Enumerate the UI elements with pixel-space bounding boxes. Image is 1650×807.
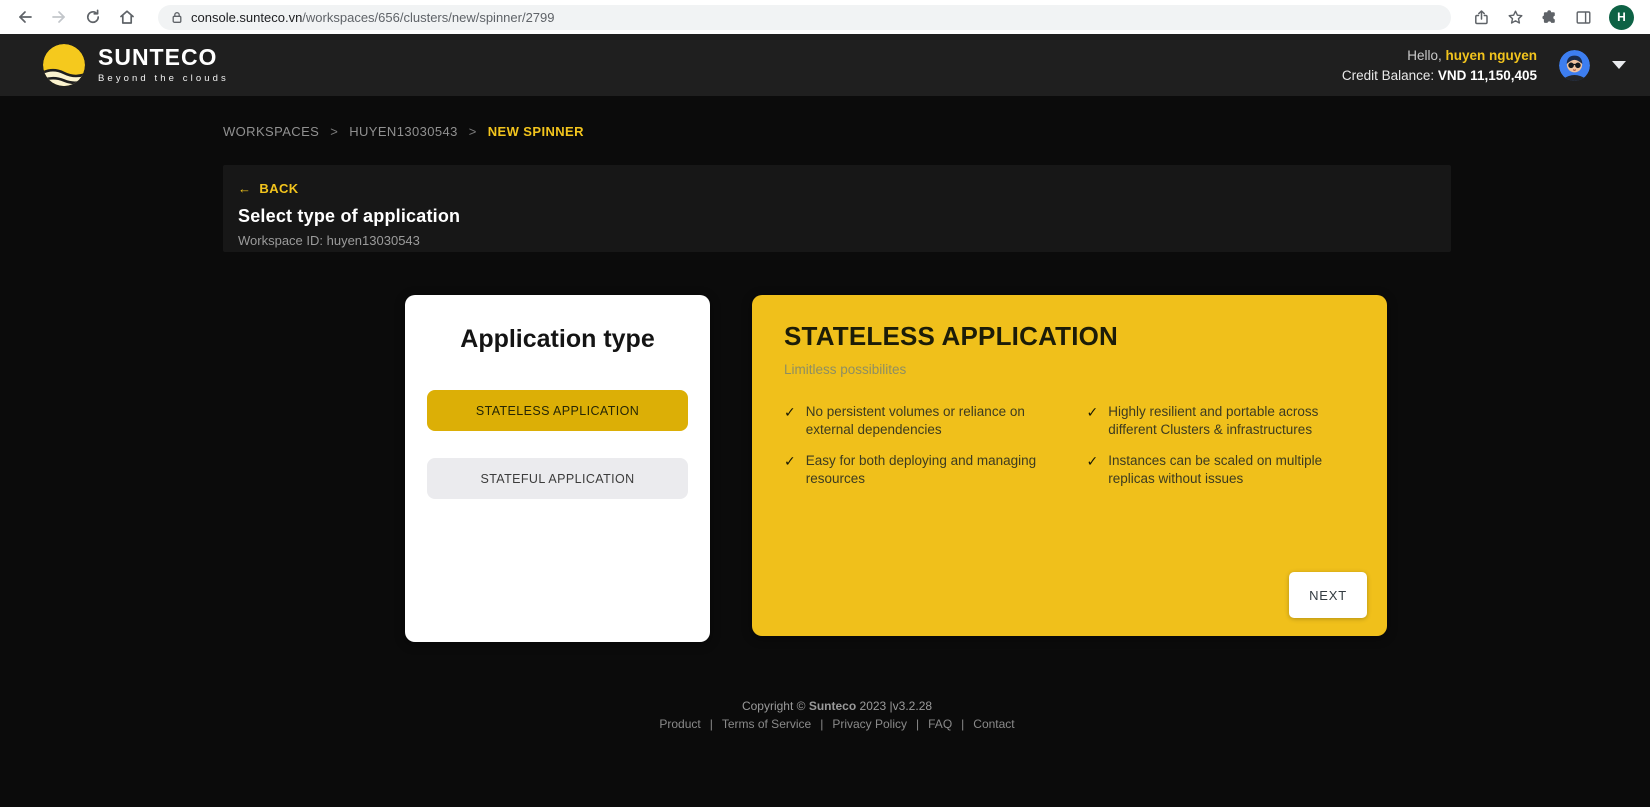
breadcrumb: WORKSPACES > HUYEN13030543 > NEW SPINNER	[0, 96, 1650, 139]
share-icon[interactable]	[1473, 9, 1490, 26]
breadcrumb-separator: >	[468, 124, 477, 139]
footer-links: Product | Terms of Service | Privacy Pol…	[223, 717, 1451, 731]
sunteco-logo[interactable]: SUNTECO Beyond the clouds	[42, 43, 229, 87]
detail-title: STATELESS APPLICATION	[784, 321, 1119, 351]
feature-item: ✓ No persistent volumes or reliance on e…	[784, 403, 1053, 439]
user-avatar[interactable]	[1559, 49, 1590, 81]
feature-list: ✓ No persistent volumes or reliance on e…	[784, 403, 1355, 488]
feature-text: Highly resilient and portable across dif…	[1108, 404, 1319, 437]
footer-link-faq[interactable]: FAQ	[928, 717, 952, 731]
greeting-text: Hello, huyen nguyen	[1407, 47, 1537, 63]
brand-tagline: Beyond the clouds	[98, 73, 229, 84]
back-arrow-icon: ←	[238, 181, 252, 196]
check-icon: ✓	[784, 404, 796, 420]
feature-item: ✓ Instances can be scaled on multiple re…	[1087, 452, 1356, 488]
footer-version: 2023 |v3.2.28	[859, 699, 933, 713]
extensions-puzzle-icon[interactable]	[1541, 9, 1558, 26]
footer-link-separator: |	[820, 717, 824, 731]
feature-item: ✓ Highly resilient and portable across d…	[1087, 403, 1356, 439]
next-button[interactable]: NEXT	[1289, 572, 1367, 618]
footer-link-privacy[interactable]: Privacy Policy	[832, 717, 907, 731]
page-header-panel: ← BACK Select type of application Worksp…	[223, 165, 1451, 252]
copyright-line: Copyright © Sunteco 2023 |v3.2.28	[741, 699, 933, 713]
browser-forward-icon[interactable]	[46, 4, 72, 30]
workspace-id: Workspace ID: huyen13030543	[238, 233, 420, 248]
browser-toolbar: console.sunteco.vn/workspaces/656/cluste…	[0, 0, 1650, 34]
footer-link-product[interactable]: Product	[659, 717, 700, 731]
footer-link-contact[interactable]: Contact	[973, 717, 1014, 731]
chevron-down-icon[interactable]	[1612, 61, 1626, 69]
url-bar[interactable]: console.sunteco.vn/workspaces/656/cluste…	[158, 4, 1451, 30]
footer-brand: Sunteco	[808, 699, 857, 713]
footer-link-terms[interactable]: Terms of Service	[722, 717, 811, 731]
feature-text: Easy for both deploying and managing res…	[805, 453, 1037, 486]
feature-text: No persistent volumes or reliance on ext…	[805, 404, 1025, 437]
check-icon: ✓	[784, 453, 796, 469]
browser-reload-icon[interactable]	[80, 4, 106, 30]
breadcrumb-new-spinner: NEW SPINNER	[487, 124, 584, 139]
account-info: Hello, huyen nguyen Credit Balance: VND …	[1342, 48, 1537, 83]
browser-home-icon[interactable]	[114, 4, 140, 30]
application-type-title: Application type	[460, 325, 655, 353]
username: huyen nguyen	[1445, 47, 1537, 63]
browser-back-icon[interactable]	[12, 4, 38, 30]
footer-link-separator: |	[916, 717, 920, 731]
detail-subtitle: Limitless possibilites	[784, 362, 907, 377]
app-header: SUNTECO Beyond the clouds Hello, huyen n…	[0, 34, 1650, 96]
browser-profile-avatar[interactable]: H	[1609, 4, 1634, 30]
breadcrumb-workspaces[interactable]: WORKSPACES	[223, 124, 319, 139]
side-panel-icon[interactable]	[1575, 9, 1592, 26]
footer-link-separator: |	[961, 717, 965, 731]
check-icon: ✓	[1086, 404, 1099, 420]
footer: Copyright © Sunteco 2023 |v3.2.28 Produc…	[223, 699, 1451, 731]
sun-logo-icon	[42, 43, 86, 87]
feature-item: ✓ Easy for both deploying and managing r…	[784, 452, 1053, 488]
back-button[interactable]: ← BACK	[238, 181, 299, 196]
breadcrumb-separator: >	[330, 124, 339, 139]
page-title: Select type of application	[238, 206, 461, 226]
breadcrumb-workspace-name[interactable]: HUYEN13030543	[349, 124, 458, 139]
footer-link-separator: |	[709, 717, 713, 731]
stateless-application-option[interactable]: STATELESS APPLICATION	[427, 390, 688, 431]
url-host: console.sunteco.vn	[191, 9, 303, 25]
back-label: BACK	[259, 181, 299, 196]
page-body: WORKSPACES > HUYEN13030543 > NEW SPINNER…	[0, 96, 1650, 807]
brand-name: SUNTECO	[98, 44, 218, 70]
url-path: /workspaces/656/clusters/new/spinner/279…	[302, 9, 555, 25]
check-icon: ✓	[1086, 453, 1099, 469]
bookmark-star-icon[interactable]	[1507, 9, 1524, 26]
stateless-detail-card: STATELESS APPLICATION Limitless possibil…	[752, 295, 1387, 636]
credit-balance: Credit Balance: VND 11,150,405	[1341, 67, 1537, 83]
feature-text: Instances can be scaled on multiple repl…	[1108, 453, 1323, 486]
lock-icon	[171, 11, 183, 24]
stateful-application-option[interactable]: STATEFUL APPLICATION	[427, 458, 688, 499]
application-type-card: Application type STATELESS APPLICATION S…	[405, 295, 710, 642]
credit-value: VND 11,150,405	[1437, 67, 1537, 83]
